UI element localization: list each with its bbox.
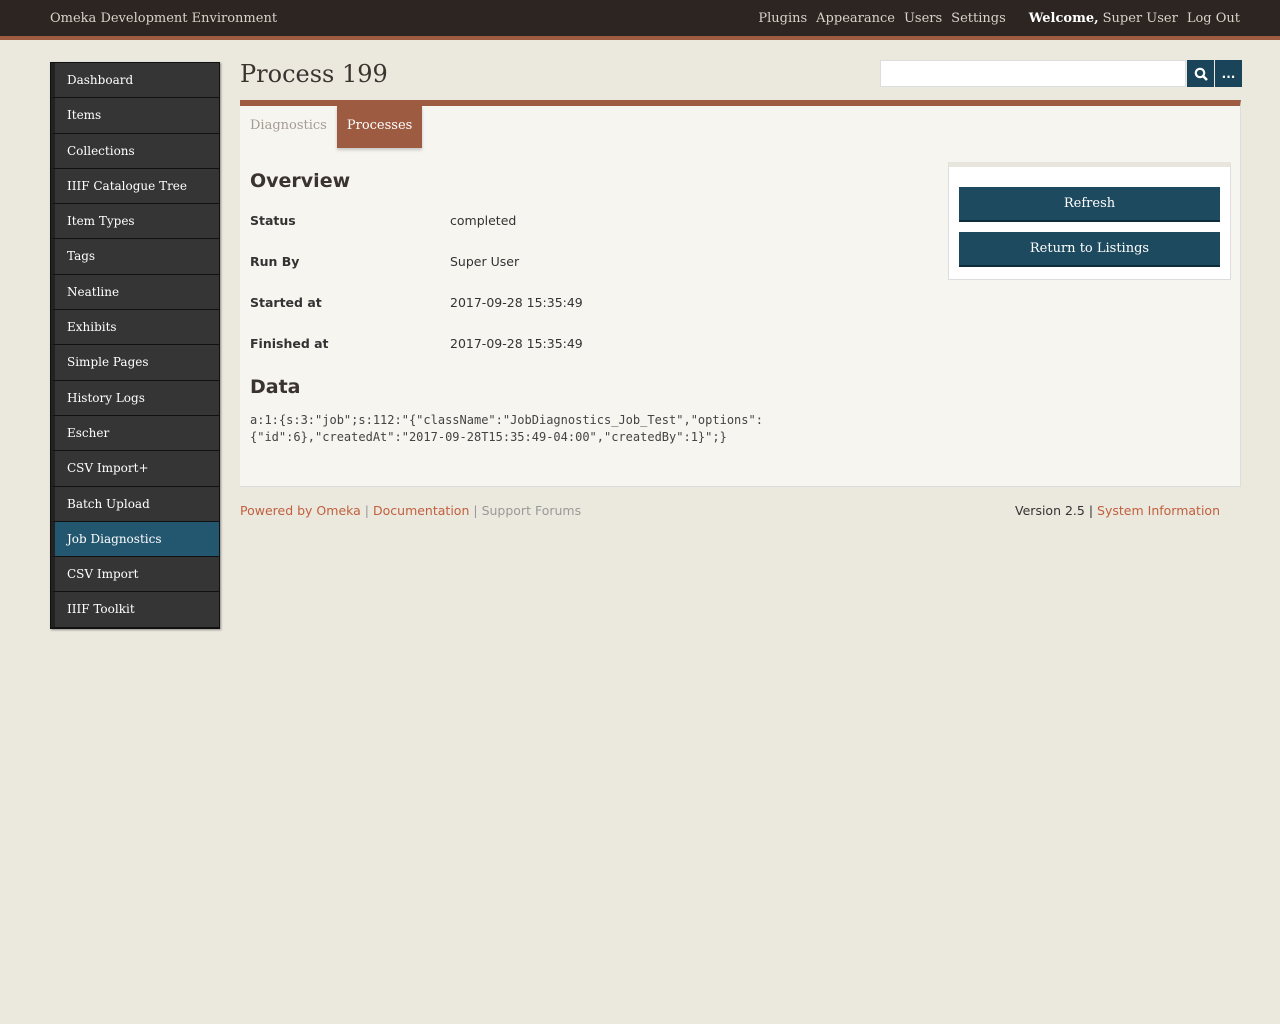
sidebar-item-neatline[interactable]: Neatline xyxy=(51,274,219,311)
top-bar: Omeka Development Environment Plugins Ap… xyxy=(0,0,1280,40)
sidebar-item-exhibits[interactable]: Exhibits xyxy=(51,310,219,346)
started-value: 2017-09-28 15:35:49 xyxy=(450,295,583,310)
footer-links: Powered by Omeka | Documentation | Suppo… xyxy=(240,503,581,518)
sidebar-item-collections[interactable]: Collections xyxy=(51,133,219,169)
row-label: Run By xyxy=(250,254,300,269)
site-title[interactable]: Omeka Development Environment xyxy=(50,11,277,26)
refresh-button[interactable]: Refresh xyxy=(959,187,1220,222)
data-line: {"id":6},"createdAt":"2017-09-28T15:35:4… xyxy=(250,430,727,444)
status-value: completed xyxy=(450,213,517,228)
return-to-listings-button[interactable]: Return to Listings xyxy=(959,232,1220,267)
search-form: ... xyxy=(880,60,1242,87)
run-by-value: Super User xyxy=(450,254,520,269)
separator: | xyxy=(364,503,370,518)
row-label: Status xyxy=(250,213,296,228)
sidebar-item-dashboard[interactable]: Dashboard xyxy=(51,63,219,99)
nav-settings[interactable]: Settings xyxy=(951,11,1006,26)
separator: | xyxy=(1088,503,1094,518)
started-row: Started at 2017-09-28 15:35:49 xyxy=(250,295,583,310)
row-label: Finished at xyxy=(250,336,329,351)
data-line: a:1:{s:3:"job";s:112:"{"className":"JobD… xyxy=(250,413,763,427)
sidebar-item-simple-pages[interactable]: Simple Pages xyxy=(51,345,219,381)
page-title: Process 199 xyxy=(240,60,388,88)
logout-link[interactable]: Log Out xyxy=(1187,11,1240,26)
main-panel: Diagnostics Processes Overview Status com… xyxy=(240,100,1241,487)
job-data: a:1:{s:3:"job";s:112:"{"className":"JobD… xyxy=(250,412,763,446)
version-label: Version 2.5 xyxy=(1015,503,1085,518)
actions-panel: Refresh Return to Listings xyxy=(948,162,1231,280)
tab-diagnostics[interactable]: Diagnostics xyxy=(240,106,337,148)
run-by-row: Run By Super User xyxy=(250,254,519,269)
finished-value: 2017-09-28 15:35:49 xyxy=(450,336,583,351)
sidebar-item-iiif-catalogue-tree[interactable]: IIIF Catalogue Tree xyxy=(51,168,219,205)
sidebar: Dashboard Items Collections IIIF Catalog… xyxy=(50,62,220,629)
sidebar-item-tags[interactable]: Tags xyxy=(51,239,219,275)
documentation-link[interactable]: Documentation xyxy=(373,503,469,518)
sidebar-item-csv-import-plus[interactable]: CSV Import+ xyxy=(51,451,219,487)
sidebar-item-job-diagnostics[interactable]: Job Diagnostics xyxy=(51,521,219,558)
sidebar-item-batch-upload[interactable]: Batch Upload xyxy=(51,486,219,522)
row-label: Started at xyxy=(250,295,322,310)
sidebar-item-csv-import[interactable]: CSV Import xyxy=(51,557,219,593)
overview-heading: Overview xyxy=(250,170,351,192)
support-forums-link[interactable]: Support Forums xyxy=(482,503,582,518)
nav-appearance[interactable]: Appearance xyxy=(816,11,895,26)
finished-row: Finished at 2017-09-28 15:35:49 xyxy=(250,336,583,351)
powered-by-link[interactable]: Powered by Omeka xyxy=(240,503,361,518)
data-heading: Data xyxy=(250,376,301,398)
footer-version: Version 2.5 | System Information xyxy=(1015,503,1220,518)
nav-plugins[interactable]: Plugins xyxy=(758,11,807,26)
separator: | xyxy=(473,503,478,518)
system-information-link[interactable]: System Information xyxy=(1097,503,1220,518)
search-icon xyxy=(1194,67,1208,81)
sidebar-item-item-types[interactable]: Item Types xyxy=(51,204,219,240)
advanced-search-button[interactable]: ... xyxy=(1215,60,1242,87)
sidebar-item-iiif-toolkit[interactable]: IIIF Toolkit xyxy=(51,592,219,628)
welcome-label: Welcome, xyxy=(1028,11,1099,26)
search-button[interactable] xyxy=(1187,60,1214,87)
status-row: Status completed xyxy=(250,213,516,228)
tab-processes[interactable]: Processes xyxy=(336,106,423,148)
user-link[interactable]: Super User xyxy=(1103,11,1178,26)
nav-users[interactable]: Users xyxy=(904,11,942,26)
search-input[interactable] xyxy=(880,60,1186,87)
sidebar-item-history-logs[interactable]: History Logs xyxy=(51,380,219,416)
sidebar-item-escher[interactable]: Escher xyxy=(51,415,219,452)
sidebar-item-items[interactable]: Items xyxy=(51,98,219,134)
